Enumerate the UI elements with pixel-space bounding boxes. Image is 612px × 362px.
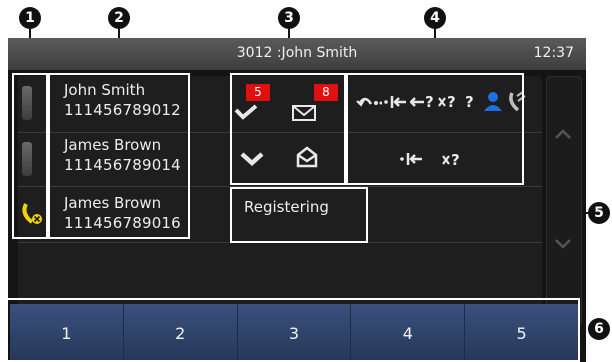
- callout-6: 6: [588, 318, 610, 340]
- callout-3-message-box: [230, 73, 346, 185]
- callout-5: 5: [588, 202, 610, 224]
- header-bar: 3012 :John Smith 12:37: [8, 38, 586, 70]
- callout-4-feature-box: [346, 73, 524, 185]
- header-title: 3012 :John Smith: [236, 45, 358, 61]
- scroll-panel: [546, 76, 582, 326]
- header-clock: 12:37: [533, 45, 574, 61]
- callout-6-softkey-box: [4, 298, 580, 362]
- scroll-up-icon[interactable]: [554, 125, 572, 143]
- callout-1: 1: [19, 7, 41, 29]
- callout-2-name-box: [48, 73, 190, 239]
- callout-2: 2: [108, 7, 130, 29]
- callout-3: 3: [278, 7, 300, 29]
- callout-1-status-box: [12, 73, 48, 239]
- callout-5-status-box: [230, 187, 368, 243]
- scroll-down-icon[interactable]: [554, 235, 572, 253]
- callout-4: 4: [424, 7, 446, 29]
